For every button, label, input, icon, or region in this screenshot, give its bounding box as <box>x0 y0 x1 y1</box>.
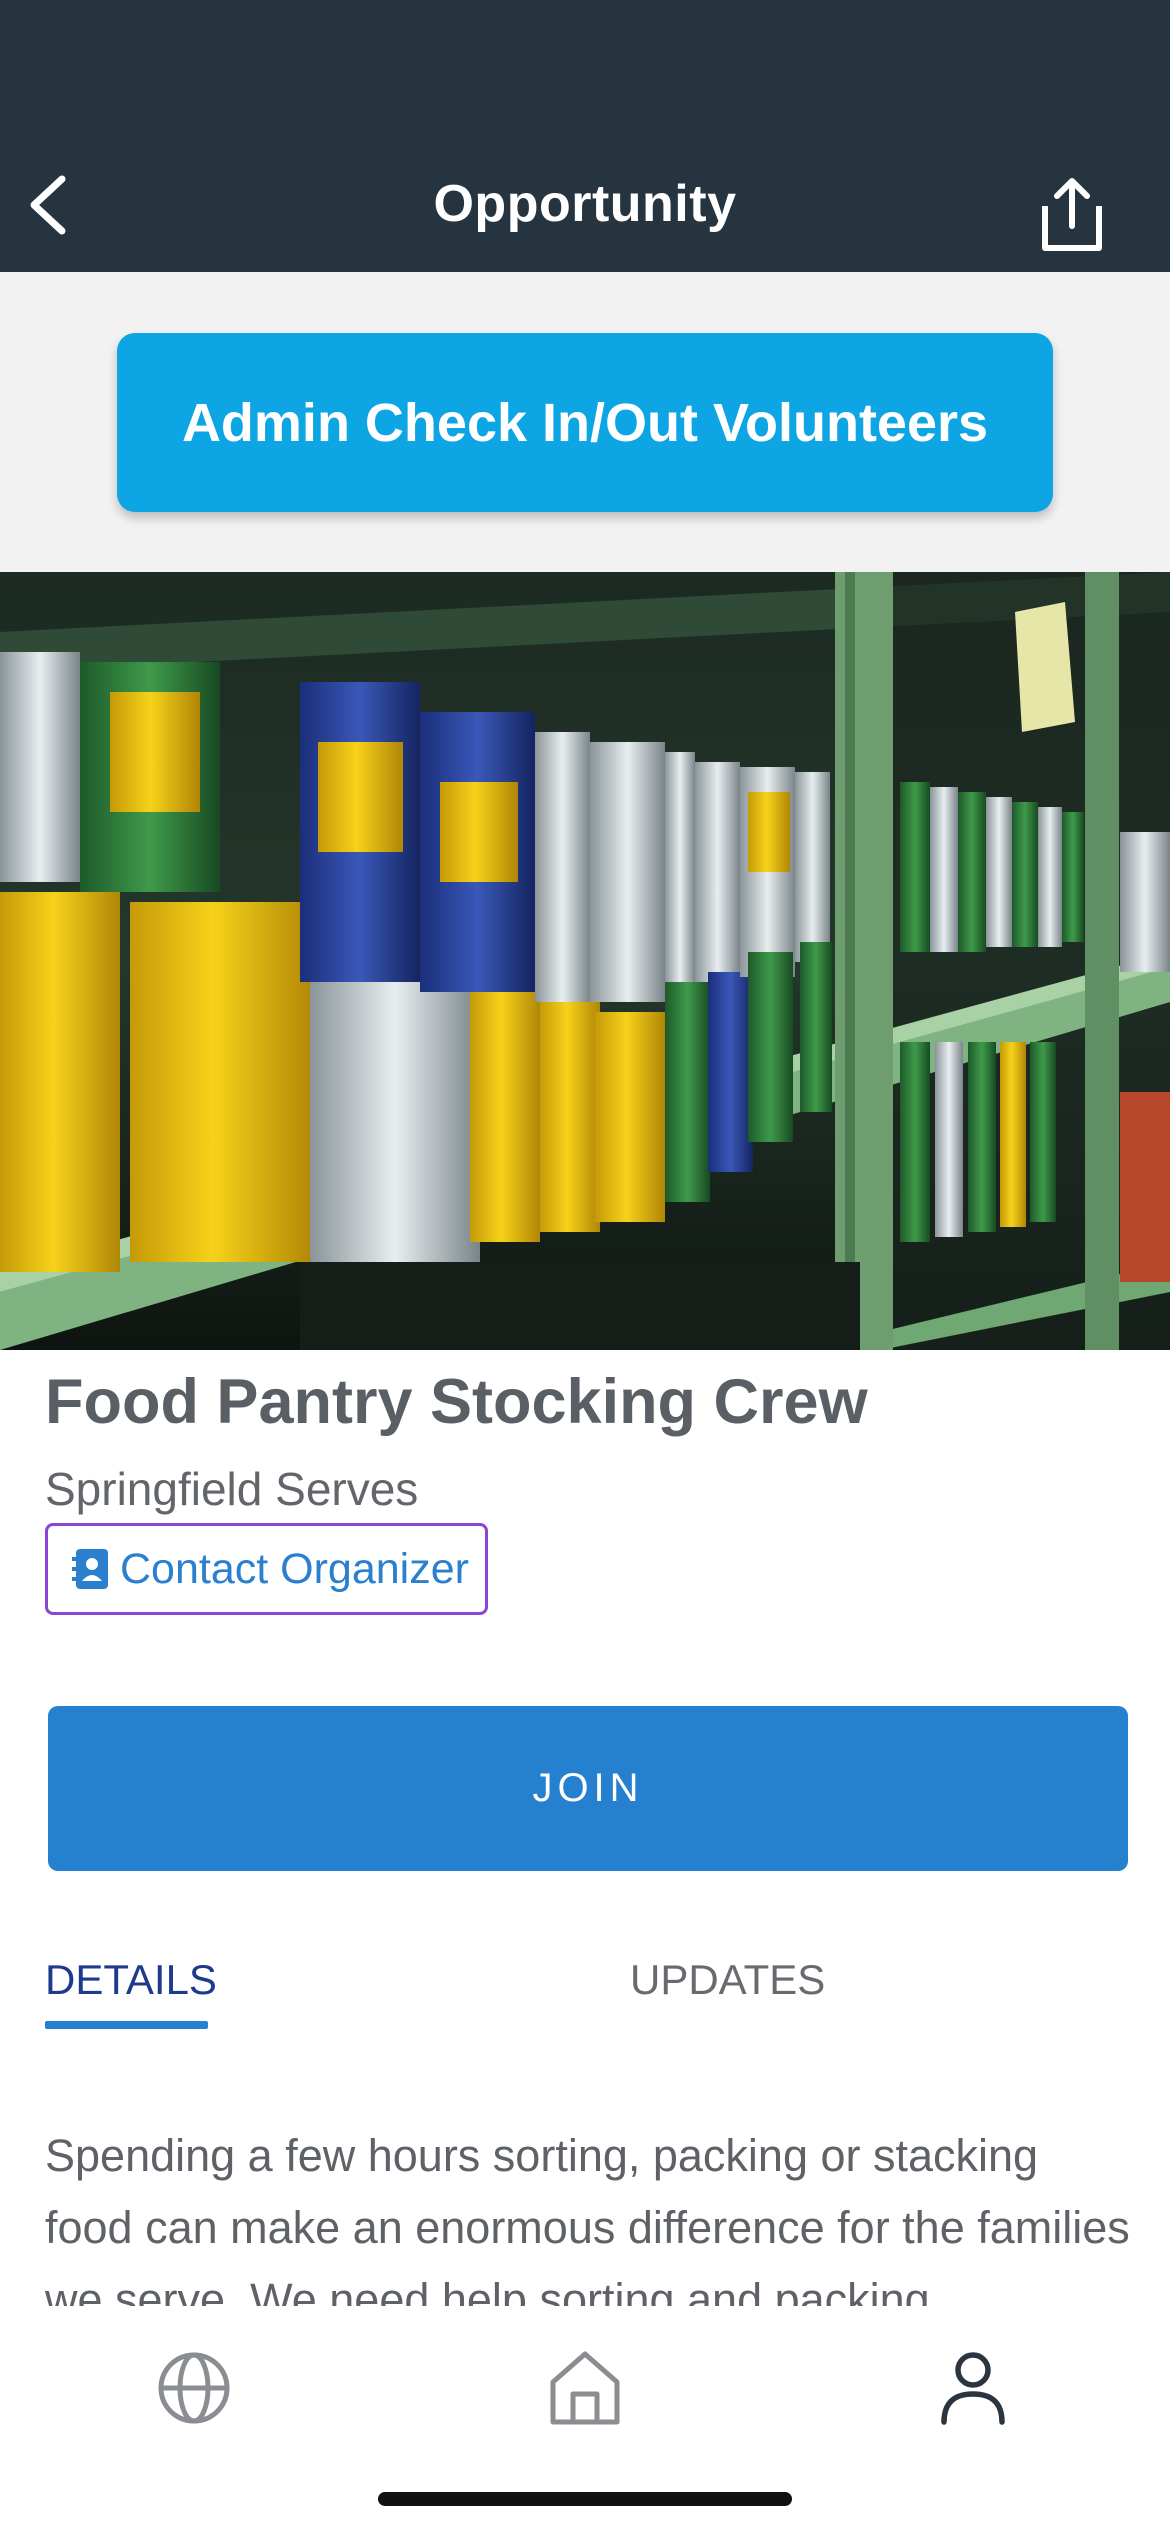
nav-profile[interactable] <box>931 2346 1015 2430</box>
tab-updates[interactable]: UPDATES <box>630 1956 825 2004</box>
join-button[interactable]: JOIN <box>48 1706 1128 1871</box>
hero-image <box>0 572 1170 1350</box>
opportunity-description: Spending a few hours sorting, packing or… <box>45 2130 1130 2308</box>
home-icon <box>550 2351 620 2425</box>
share-button[interactable] <box>1034 172 1110 256</box>
details-content: Spending a few hours sorting, packing or… <box>45 2120 1135 2308</box>
active-tab-indicator <box>45 2021 208 2029</box>
admin-check-in-out-button[interactable]: Admin Check In/Out Volunteers <box>117 333 1053 512</box>
home-indicator <box>378 2492 792 2506</box>
nav-explore[interactable] <box>152 2346 236 2430</box>
globe-icon <box>158 2352 230 2424</box>
opportunity-title: Food Pantry Stocking Crew <box>45 1367 868 1437</box>
contact-card-icon <box>72 1549 108 1589</box>
organization-name: Springfield Serves <box>45 1463 419 1515</box>
nav-home[interactable] <box>543 2346 627 2430</box>
tab-details[interactable]: DETAILS <box>45 1956 217 2004</box>
share-icon <box>1042 178 1102 251</box>
contact-organizer-label: Contact Organizer <box>120 1544 469 1593</box>
page-title: Opportunity <box>433 175 737 233</box>
contact-organizer-button[interactable]: Contact Organizer <box>45 1523 488 1615</box>
person-icon <box>941 2352 1005 2425</box>
top-navigation-bar: Opportunity <box>0 0 1170 272</box>
